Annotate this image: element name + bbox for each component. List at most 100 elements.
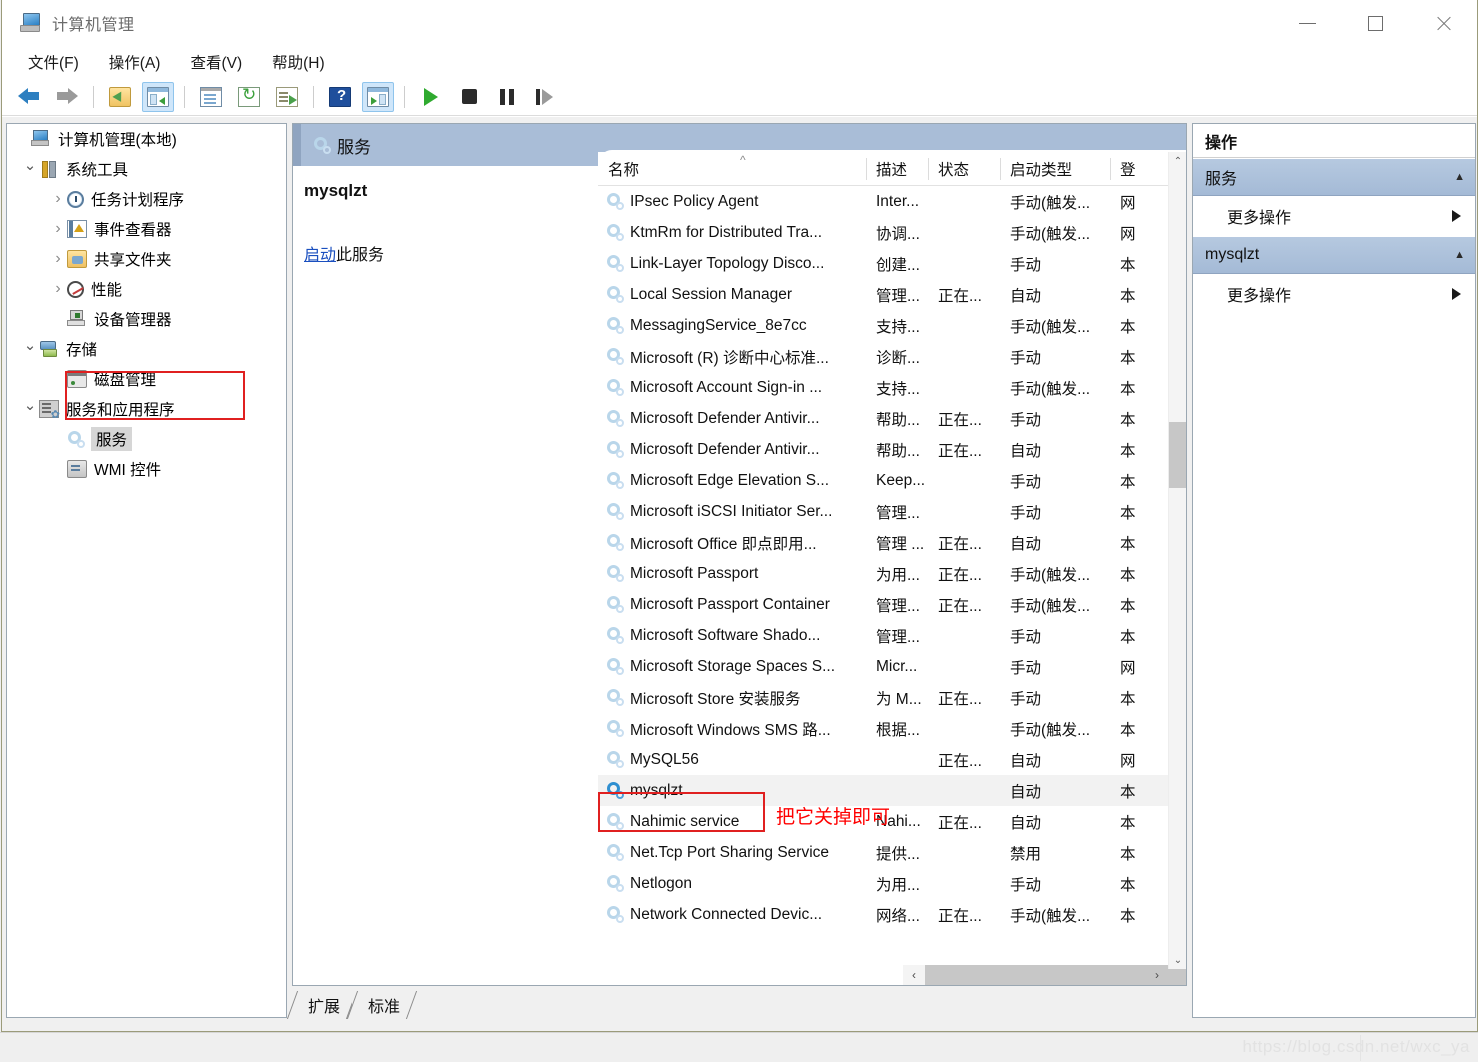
service-gear-icon xyxy=(606,751,624,768)
action-more-actions-mysqlzt[interactable]: 更多操作 xyxy=(1193,274,1475,314)
restart-service-button[interactable] xyxy=(529,82,561,112)
sidebar-item-task-scheduler[interactable]: 任务计划程序 xyxy=(7,184,286,214)
column-header-status[interactable]: 状态 xyxy=(928,152,1000,186)
table-row[interactable]: Network Connected Devic... 网络... 正在... 手动(触… xyxy=(598,899,1168,930)
sidebar-item-performance[interactable]: 性能 xyxy=(7,274,286,304)
menu-action[interactable]: 操作(A) xyxy=(97,49,173,75)
column-header-name[interactable]: 名称 ^ xyxy=(598,152,866,186)
table-row[interactable]: IPsec Policy Agent Inter... 手动(触发... 网 xyxy=(598,186,1168,217)
start-service-button[interactable] xyxy=(415,82,447,112)
back-button[interactable] xyxy=(13,82,45,112)
vertical-scroll-thumb[interactable] xyxy=(1169,422,1186,488)
refresh-button[interactable] xyxy=(233,82,265,112)
minimize-button[interactable] xyxy=(1273,0,1341,46)
chevron-up-icon[interactable]: ▲ xyxy=(1454,171,1465,183)
sidebar-item-event-viewer[interactable]: 事件查看器 xyxy=(7,214,286,244)
column-header-log-on-as[interactable]: 登 xyxy=(1110,152,1140,186)
menu-help[interactable]: 帮助(H) xyxy=(260,49,337,75)
tab-standard[interactable]: 标准 xyxy=(352,991,413,1019)
sidebar-item-storage[interactable]: 存储 xyxy=(7,334,286,364)
horizontal-scrollbar[interactable]: ‹ › xyxy=(903,965,1186,985)
show-action-pane-button[interactable] xyxy=(362,81,394,112)
tree-item-root[interactable]: 计算机管理(本地) xyxy=(7,124,286,154)
cell-service-name: Microsoft Windows SMS 路... xyxy=(598,718,866,740)
table-row[interactable]: Microsoft Defender Antivir... 帮助... 正在... 自… xyxy=(598,434,1168,465)
help-button[interactable] xyxy=(324,82,356,112)
table-row[interactable]: Microsoft Windows SMS 路... 根据... 手动(触发... 本 xyxy=(598,713,1168,744)
cell-service-name: Microsoft iSCSI Initiator Ser... xyxy=(598,503,866,521)
sidebar-item-shared-folders[interactable]: 共享文件夹 xyxy=(7,244,286,274)
menu-bar: 文件(F) 操作(A) 查看(V) 帮助(H) xyxy=(2,46,1477,78)
forward-button[interactable] xyxy=(51,82,83,112)
column-header-startup-type[interactable]: 启动类型 xyxy=(1000,152,1110,186)
cell-description: 支持... xyxy=(876,380,920,398)
table-row[interactable]: Local Session Manager 管理... 正在... 自动 本 xyxy=(598,279,1168,310)
menu-view[interactable]: 查看(V) xyxy=(178,49,254,75)
chevron-down-icon[interactable] xyxy=(21,400,39,418)
table-row[interactable]: Microsoft Office 即点即用... 管理 ... 正在... 自动 本 xyxy=(598,527,1168,558)
table-row[interactable]: Microsoft Account Sign-in ... 支持... 手动(触发.… xyxy=(598,372,1168,403)
console-tree[interactable]: 计算机管理(本地) 系统工具 任务计划程序 事件查看器 xyxy=(6,123,287,1018)
table-row[interactable]: Net.Tcp Port Sharing Service 提供... 禁用 本 xyxy=(598,837,1168,868)
sidebar-item-disk-management[interactable]: 磁盘管理 xyxy=(7,364,286,394)
maximize-button[interactable] xyxy=(1341,0,1409,46)
actions-group-mysqlzt[interactable]: mysqlzt ▲ xyxy=(1193,236,1475,274)
chevron-right-icon[interactable] xyxy=(49,190,67,208)
properties-button[interactable] xyxy=(195,82,227,112)
table-row[interactable]: KtmRm for Distributed Tra... 协调... 手动(触发..… xyxy=(598,217,1168,248)
sidebar-item-services[interactable]: 服务 xyxy=(7,424,286,454)
scroll-down-button[interactable]: ⌄ xyxy=(1169,951,1186,969)
chevron-right-icon[interactable] xyxy=(49,250,67,268)
stop-service-button[interactable] xyxy=(453,82,485,112)
table-row[interactable]: Microsoft Passport 为用... 正在... 手动(触发... 本 xyxy=(598,558,1168,589)
table-row[interactable]: MySQL56 正在... 自动 网 xyxy=(598,744,1168,775)
menu-file[interactable]: 文件(F) xyxy=(16,49,91,75)
action-more-actions-services[interactable]: 更多操作 xyxy=(1193,196,1475,236)
pause-service-button[interactable] xyxy=(491,82,523,112)
chevron-down-icon[interactable] xyxy=(21,160,39,178)
table-row[interactable]: Microsoft iSCSI Initiator Ser... 管理... 手动 本 xyxy=(598,496,1168,527)
table-row[interactable]: Microsoft Storage Spaces S... Micr... 手动 网 xyxy=(598,651,1168,682)
service-name-label: Link-Layer Topology Disco... xyxy=(630,254,825,272)
service-name-label: Microsoft Store 安装服务 xyxy=(630,690,801,708)
cell-status: 正在... xyxy=(938,907,982,925)
table-row[interactable]: Microsoft Passport Container 管理... 正在... 手动… xyxy=(598,589,1168,620)
show-console-tree-button[interactable] xyxy=(142,81,174,112)
scroll-up-button[interactable]: ⌃ xyxy=(1169,152,1186,170)
scroll-right-button[interactable]: › xyxy=(1146,965,1168,985)
column-header-description[interactable]: 描述 xyxy=(866,152,928,186)
export-list-button[interactable] xyxy=(271,82,303,112)
cell-startup-type: 手动(触发... xyxy=(1010,597,1091,615)
table-row[interactable]: Link-Layer Topology Disco... 创建... 手动 本 xyxy=(598,248,1168,279)
scroll-left-button[interactable]: ‹ xyxy=(903,965,925,985)
event-viewer-icon xyxy=(67,220,87,238)
table-row[interactable]: Microsoft (R) 诊断中心标准... 诊断... 手动 本 xyxy=(598,341,1168,372)
table-row[interactable]: Netlogon 为用... 手动 本 xyxy=(598,868,1168,899)
up-one-level-button[interactable] xyxy=(104,82,136,112)
sidebar-item-services-and-applications[interactable]: 服务和应用程序 xyxy=(7,394,286,424)
sidebar-item-wmi-control[interactable]: WMI 控件 xyxy=(7,454,286,484)
actions-group-services[interactable]: 服务 ▲ xyxy=(1193,158,1475,196)
services-rows[interactable]: IPsec Policy Agent Inter... 手动(触发... 网 KtmRm… xyxy=(598,186,1168,951)
close-button[interactable] xyxy=(1409,0,1477,46)
cell-service-name: Net.Tcp Port Sharing Service xyxy=(598,844,866,862)
table-row[interactable]: Microsoft Defender Antivir... 帮助... 正在... 手… xyxy=(598,403,1168,434)
cell-startup-type: 手动(触发... xyxy=(1010,194,1091,212)
chevron-up-icon[interactable]: ▲ xyxy=(1454,249,1465,261)
computer-management-window: 计算机管理 文件(F) 操作(A) 查看(V) 帮助(H) ↻ ? 计算机管理(… xyxy=(0,0,1478,1062)
sidebar-item-device-manager[interactable]: 设备管理器 xyxy=(7,304,286,334)
service-name-label: Microsoft Edge Elevation S... xyxy=(630,471,830,489)
chevron-right-icon[interactable] xyxy=(49,280,67,298)
sidebar-item-system-tools[interactable]: 系统工具 xyxy=(7,154,286,184)
window-controls xyxy=(1273,0,1477,46)
chevron-right-icon[interactable] xyxy=(49,220,67,238)
table-row[interactable]: Microsoft Software Shado... 管理... 手动 本 xyxy=(598,620,1168,651)
table-row[interactable]: Microsoft Store 安装服务 为 M... 正在... 手动 本 xyxy=(598,682,1168,713)
table-row[interactable]: MessagingService_8e7cc 支持... 手动(触发... 本 xyxy=(598,310,1168,341)
vertical-scrollbar[interactable]: ⌃ ⌄ xyxy=(1168,152,1186,969)
cell-description: Micr... xyxy=(876,657,918,675)
chevron-down-icon[interactable] xyxy=(21,340,39,358)
tab-extended[interactable]: 扩展 xyxy=(292,991,353,1019)
start-service-link[interactable]: 启动 xyxy=(304,247,336,264)
table-row[interactable]: Microsoft Edge Elevation S... Keep... 手动 本 xyxy=(598,465,1168,496)
